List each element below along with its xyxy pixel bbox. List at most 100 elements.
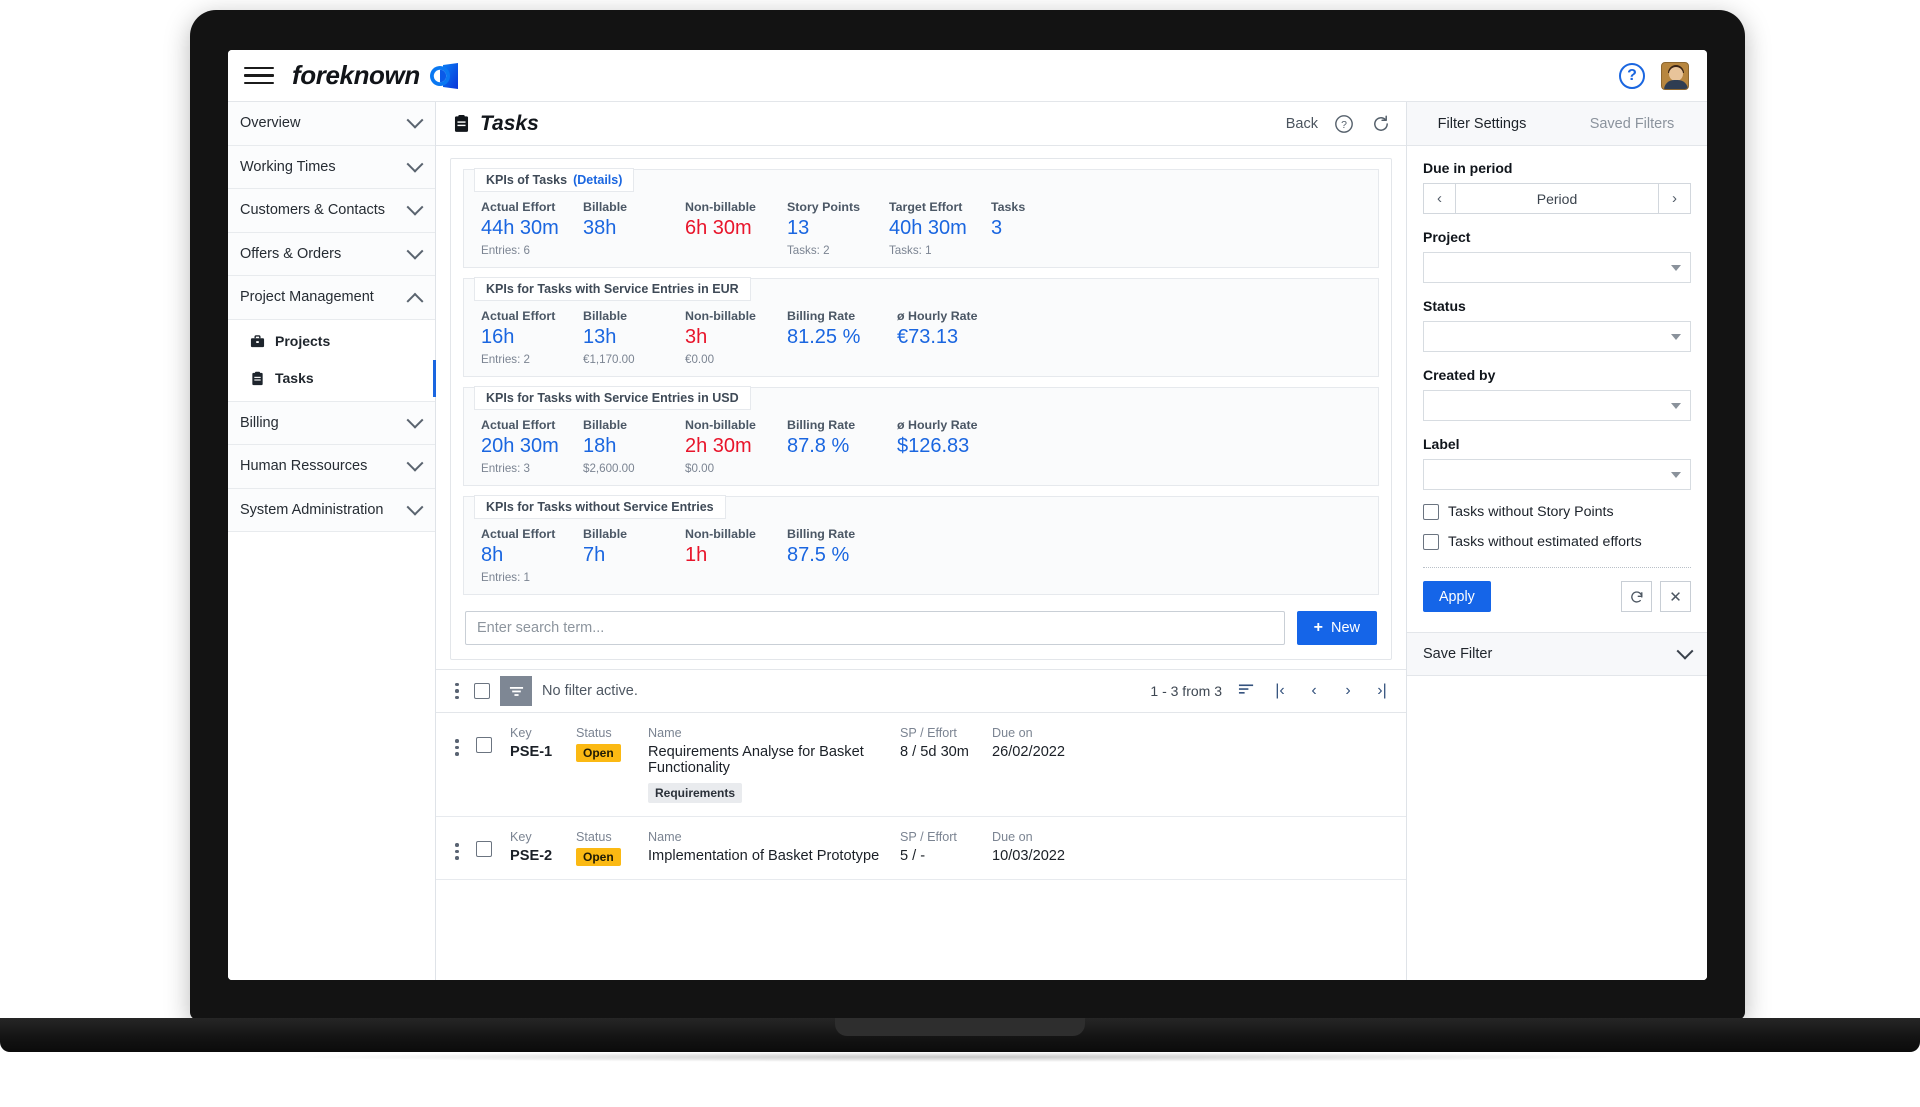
project-select[interactable] [1423,252,1691,283]
row-sp-effort-value: 8 / 5d 30m [900,744,969,760]
kpi-sub [991,244,1093,258]
kpi-details-link[interactable]: (Details) [573,173,622,187]
kpi-cell-target-effort: Target Effort 40h 30m Tasks: 1 [889,200,991,258]
chevron-up-icon [406,293,424,310]
add-new-label: New [1330,620,1360,636]
help-circle-icon[interactable]: ? [1333,113,1355,135]
kpi-sub: Entries: 1 [481,571,530,584]
kpi-sub [787,353,897,367]
label-select[interactable] [1423,459,1691,490]
filter-toggle-button[interactable] [500,676,532,706]
row-checkbox[interactable] [476,841,492,857]
pagination-controls: 1 - 3 from 3 |‹ ‹ › ›| [1150,682,1392,701]
prev-page-icon[interactable]: ‹ [1304,682,1324,700]
foreknown-logo-icon [429,62,458,89]
column-header-status: Status [576,726,612,740]
sidebar-item-offers-orders[interactable]: Offers & Orders [228,232,435,276]
column-header-name: Name [648,726,682,740]
reset-icon[interactable] [1621,581,1652,612]
app-body: Overview Working Times Customers & Conta… [228,102,1707,980]
kpi-label: Billing Rate [787,418,856,432]
sidebar-item-overview[interactable]: Overview [228,102,435,146]
kpi-label: Billable [583,527,628,541]
checkbox-box[interactable] [1423,504,1439,520]
cell-sp-effort: SP / Effort 5 / - [900,830,992,864]
label-created-by: Created by [1423,367,1496,383]
checkbox-label: Tasks without estimated efforts [1448,534,1642,550]
kpi-legend-text: KPIs for Tasks with Service Entries in E… [486,282,739,296]
sidebar-item-human-ressources[interactable]: Human Ressources [228,445,435,489]
cell-due-on: Due on 10/03/2022 [992,830,1102,864]
back-button[interactable]: Back [1286,116,1318,132]
checkbox-tasks-without-story-points[interactable]: Tasks without Story Points [1423,504,1691,520]
row-menu-icon[interactable] [450,830,476,860]
hamburger-icon[interactable] [244,64,274,88]
sidebar-label: Human Ressources [240,458,368,475]
row-menu-icon[interactable] [450,726,476,756]
apply-button[interactable]: Apply [1423,581,1491,612]
kpi-value: 38h [583,217,617,239]
period-prev-button[interactable]: ‹ [1424,184,1455,213]
kpi-cell-non-billable: Non-billable 2h 30m $0.00 [685,418,787,476]
help-circle-icon[interactable]: ? [1619,62,1645,89]
row-checkbox[interactable] [476,737,492,753]
kpi-value: 20h 30m [481,435,559,457]
briefcase-icon [250,334,265,347]
save-filter-section[interactable]: Save Filter [1407,632,1707,676]
period-value[interactable]: Period [1455,184,1659,213]
content-scroll-area[interactable]: KPIs of Tasks (Details) Actual Effort 44h… [436,146,1406,980]
checkbox-box[interactable] [1423,534,1439,550]
kpi-row: Actual Effort 8h Entries: 1 Billable 7h [464,520,1378,585]
sidebar-item-working-times[interactable]: Working Times [228,145,435,189]
table-row[interactable]: Key PSE-1 Status Open Name Requirements … [436,713,1406,817]
created-by-select[interactable] [1423,390,1691,421]
kpi-sub [787,571,897,585]
chevron-down-icon [1671,264,1681,271]
cell-status: Status Open [576,830,648,866]
kpi-value: 6h 30m [685,217,752,239]
search-row: + New [463,605,1379,647]
screen-bezel: foreknown ? Overview Working Times Custo… [228,50,1707,980]
brand-logo[interactable]: foreknown [292,60,459,91]
column-header-key: Key [510,830,532,844]
sidebar-item-projects[interactable]: Projects [228,322,435,360]
page-title-text: Tasks [480,111,539,135]
column-header-sp-effort: SP / Effort [900,726,957,740]
kpi-row: Actual Effort 44h 30m Entries: 6 Billabl… [464,193,1378,258]
tab-filter-settings[interactable]: Filter Settings [1407,102,1557,145]
filter-panel-filler [1407,676,1707,980]
period-next-button[interactable]: › [1659,184,1690,213]
chevron-down-icon [406,155,424,173]
last-page-icon[interactable]: ›| [1372,682,1392,700]
sidebar-item-project-management[interactable]: Project Management [228,276,435,320]
brand-name: foreknown [292,60,420,90]
kpi-label: Story Points [787,200,860,214]
add-new-button[interactable]: + New [1296,611,1377,645]
checkbox-tasks-without-estimated-efforts[interactable]: Tasks without estimated efforts [1423,534,1691,550]
app-topbar: foreknown ? [228,50,1707,102]
tab-saved-filters[interactable]: Saved Filters [1557,102,1707,145]
kpi-cell-billing-rate: Billing Rate 87.8 % [787,418,897,476]
column-header-due-on: Due on [992,830,1033,844]
table-row[interactable]: Key PSE-2 Status Open Name Implementatio… [436,817,1406,880]
sidebar-item-billing[interactable]: Billing [228,401,435,445]
kpi-value: 8h [481,544,504,566]
status-select[interactable] [1423,321,1691,352]
search-input[interactable] [465,611,1285,645]
sidebar-item-system-administration[interactable]: System Administration [228,488,435,532]
refresh-icon[interactable] [1370,113,1392,135]
kpi-label: Billable [583,309,628,323]
sort-icon[interactable] [1236,682,1256,701]
next-page-icon[interactable]: › [1338,682,1358,700]
select-all-checkbox[interactable] [474,683,490,699]
laptop-lid: foreknown ? Overview Working Times Custo… [190,10,1745,1020]
kpi-value: 87.8 % [787,435,850,457]
close-icon[interactable]: ✕ [1660,581,1691,612]
list-options-menu-icon[interactable] [450,682,464,700]
sidebar-item-tasks[interactable]: Tasks [228,359,436,397]
kpi-cell-non-billable: Non-billable 1h [685,527,787,585]
sidebar-item-customers-contacts[interactable]: Customers & Contacts [228,189,435,233]
first-page-icon[interactable]: |‹ [1270,682,1290,700]
kpi-value: 13 [787,217,810,239]
user-avatar[interactable] [1661,61,1689,90]
